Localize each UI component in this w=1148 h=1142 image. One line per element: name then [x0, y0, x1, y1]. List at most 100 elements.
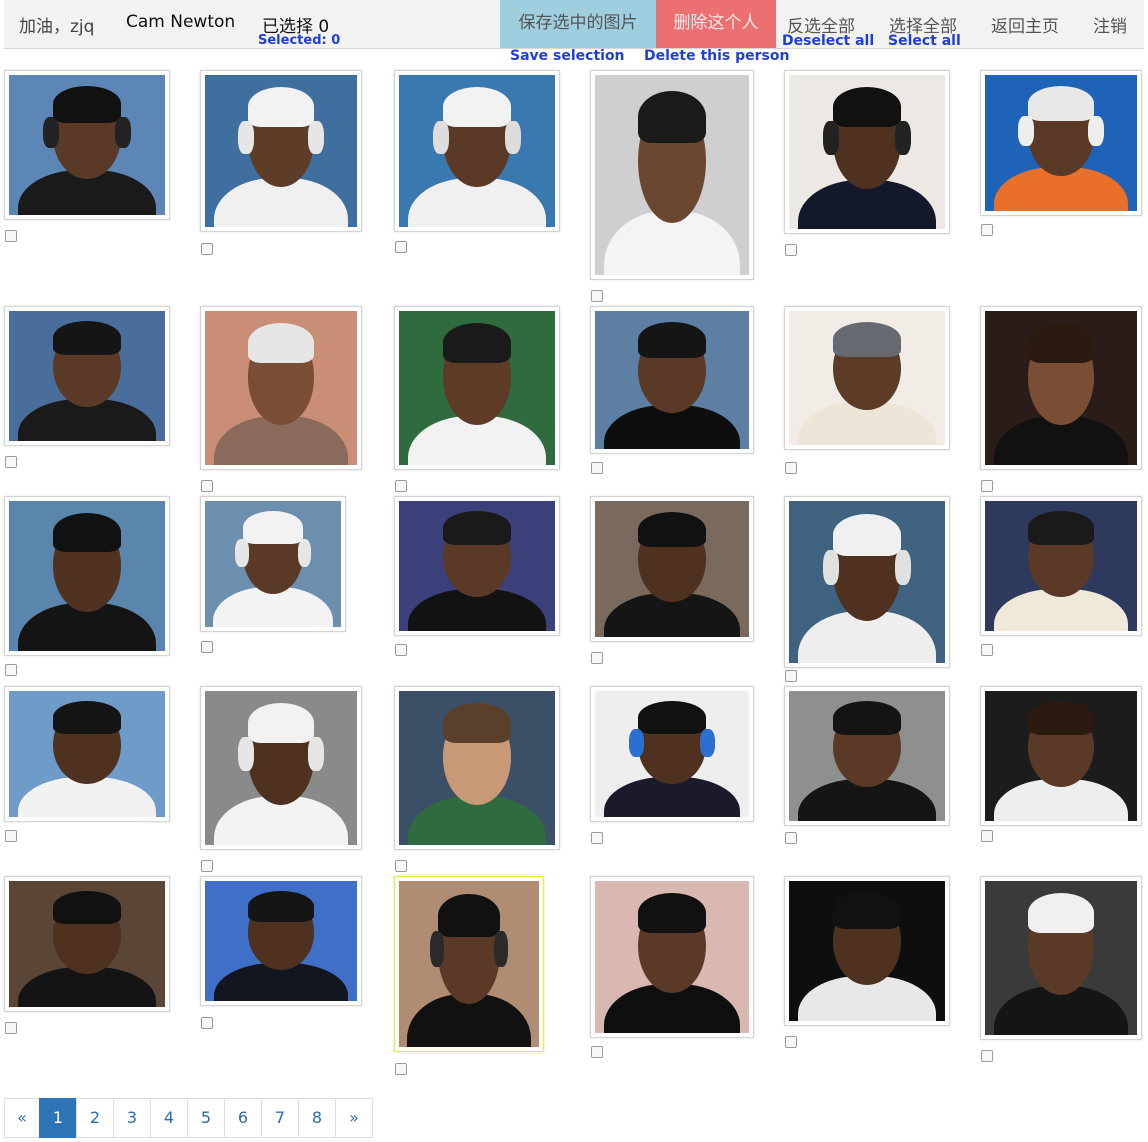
photo-checkbox-6[interactable]	[981, 224, 993, 236]
delete-person-button[interactable]: 删除这个人	[656, 0, 776, 48]
photo-checkbox-8[interactable]	[201, 480, 213, 492]
photo-checkbox-15[interactable]	[395, 644, 407, 656]
photo-checkbox-21[interactable]	[395, 860, 407, 872]
top-navbar: 加油，zjq Cam Newton 已选择 0 Selected: 0 保存选中…	[4, 0, 1144, 49]
face-photo	[985, 691, 1137, 821]
photo-checkbox-28[interactable]	[591, 1046, 603, 1058]
save-selection-button[interactable]: 保存选中的图片	[500, 0, 656, 48]
page-button-3[interactable]: 3	[113, 1098, 151, 1138]
photo-tile-26[interactable]	[200, 876, 362, 1006]
photo-tile-4[interactable]	[590, 70, 754, 280]
delete-person-label-en[interactable]: Delete this person	[644, 48, 789, 64]
photo-tile-16[interactable]	[590, 496, 754, 642]
photo-tile-9[interactable]	[394, 306, 560, 470]
photo-checkbox-16[interactable]	[591, 652, 603, 664]
photo-tile-24[interactable]	[980, 686, 1142, 826]
photo-tile-19[interactable]	[4, 686, 170, 822]
photo-checkbox-4[interactable]	[591, 290, 603, 302]
photo-checkbox-29[interactable]	[785, 1036, 797, 1048]
face-photo	[789, 75, 945, 229]
photo-tile-11[interactable]	[784, 306, 950, 450]
photo-checkbox-11[interactable]	[785, 462, 797, 474]
photo-checkbox-13[interactable]	[5, 664, 17, 676]
photo-checkbox-14[interactable]	[201, 641, 213, 653]
photo-tile-25[interactable]	[4, 876, 170, 1012]
photo-tile-23[interactable]	[784, 686, 950, 826]
photo-checkbox-3[interactable]	[395, 241, 407, 253]
face-photo	[789, 501, 945, 663]
photo-checkbox-19[interactable]	[5, 830, 17, 842]
face-photo	[985, 311, 1137, 465]
face-photo	[399, 691, 555, 845]
selected-count-en: Selected: 0	[258, 33, 341, 48]
photo-tile-27[interactable]	[394, 876, 544, 1052]
delete-person-label: 删除这个人	[673, 13, 759, 33]
face-photo	[985, 75, 1137, 211]
photo-tile-21[interactable]	[394, 686, 560, 850]
photo-checkbox-7[interactable]	[5, 456, 17, 468]
photo-checkbox-10[interactable]	[591, 462, 603, 474]
page-button-5[interactable]: 5	[187, 1098, 225, 1138]
page-button-6[interactable]: 6	[224, 1098, 262, 1138]
photo-tile-30[interactable]	[980, 876, 1142, 1040]
photo-checkbox-24[interactable]	[981, 830, 993, 842]
face-photo	[595, 501, 749, 637]
photo-checkbox-25[interactable]	[5, 1022, 17, 1034]
deselect-all-link-en[interactable]: Deselect all	[782, 33, 874, 49]
face-photo	[205, 881, 357, 1001]
page-button-1[interactable]: 1	[39, 1098, 77, 1138]
logout-link[interactable]: 注销	[1093, 12, 1127, 37]
select-all-link-en[interactable]: Select all	[888, 33, 961, 49]
photo-checkbox-30[interactable]	[981, 1050, 993, 1062]
photo-checkbox-17[interactable]	[785, 670, 797, 682]
face-photo	[399, 311, 555, 465]
face-photo	[205, 691, 357, 845]
page-button-2[interactable]: 2	[76, 1098, 114, 1138]
home-link[interactable]: 返回主页	[991, 12, 1059, 37]
face-photo	[595, 311, 749, 449]
photo-checkbox-12[interactable]	[981, 480, 993, 492]
face-photo	[205, 311, 357, 465]
photo-checkbox-22[interactable]	[591, 832, 603, 844]
photo-checkbox-9[interactable]	[395, 480, 407, 492]
save-selection-label-en[interactable]: Save selection	[510, 48, 625, 64]
face-photo	[595, 691, 749, 817]
photo-tile-10[interactable]	[590, 306, 754, 454]
photo-tile-15[interactable]	[394, 496, 560, 636]
page-next-button[interactable]: »	[335, 1098, 373, 1138]
photo-checkbox-27[interactable]	[395, 1063, 407, 1075]
face-photo	[595, 75, 749, 275]
page-button-7[interactable]: 7	[261, 1098, 299, 1138]
photo-tile-13[interactable]	[4, 496, 170, 656]
photo-tile-14[interactable]	[200, 496, 346, 632]
photo-checkbox-2[interactable]	[201, 243, 213, 255]
photo-tile-2[interactable]	[200, 70, 362, 232]
photo-checkbox-18[interactable]	[981, 644, 993, 656]
photo-tile-18[interactable]	[980, 496, 1142, 636]
photo-tile-8[interactable]	[200, 306, 362, 470]
photo-tile-6[interactable]	[980, 70, 1142, 216]
photo-tile-3[interactable]	[394, 70, 560, 232]
page-prev-button[interactable]: «	[4, 1098, 40, 1138]
photo-tile-12[interactable]	[980, 306, 1142, 470]
photo-tile-28[interactable]	[590, 876, 754, 1038]
photo-tile-5[interactable]	[784, 70, 950, 234]
face-photo	[399, 881, 539, 1047]
page-button-4[interactable]: 4	[150, 1098, 188, 1138]
photo-tile-22[interactable]	[590, 686, 754, 822]
photo-checkbox-23[interactable]	[785, 832, 797, 844]
photo-checkbox-26[interactable]	[201, 1017, 213, 1029]
photo-tile-7[interactable]	[4, 306, 170, 446]
photo-tile-1[interactable]	[4, 70, 170, 220]
page-button-8[interactable]: 8	[298, 1098, 336, 1138]
photo-checkbox-20[interactable]	[201, 860, 213, 872]
person-name: Cam Newton	[126, 12, 236, 32]
face-photo	[595, 881, 749, 1033]
face-photo	[789, 881, 945, 1021]
photo-checkbox-5[interactable]	[785, 244, 797, 256]
photo-tile-20[interactable]	[200, 686, 362, 850]
photo-tile-29[interactable]	[784, 876, 950, 1026]
photo-checkbox-1[interactable]	[5, 230, 17, 242]
greeting-text: 加油，zjq	[19, 17, 95, 37]
photo-tile-17[interactable]	[784, 496, 950, 668]
